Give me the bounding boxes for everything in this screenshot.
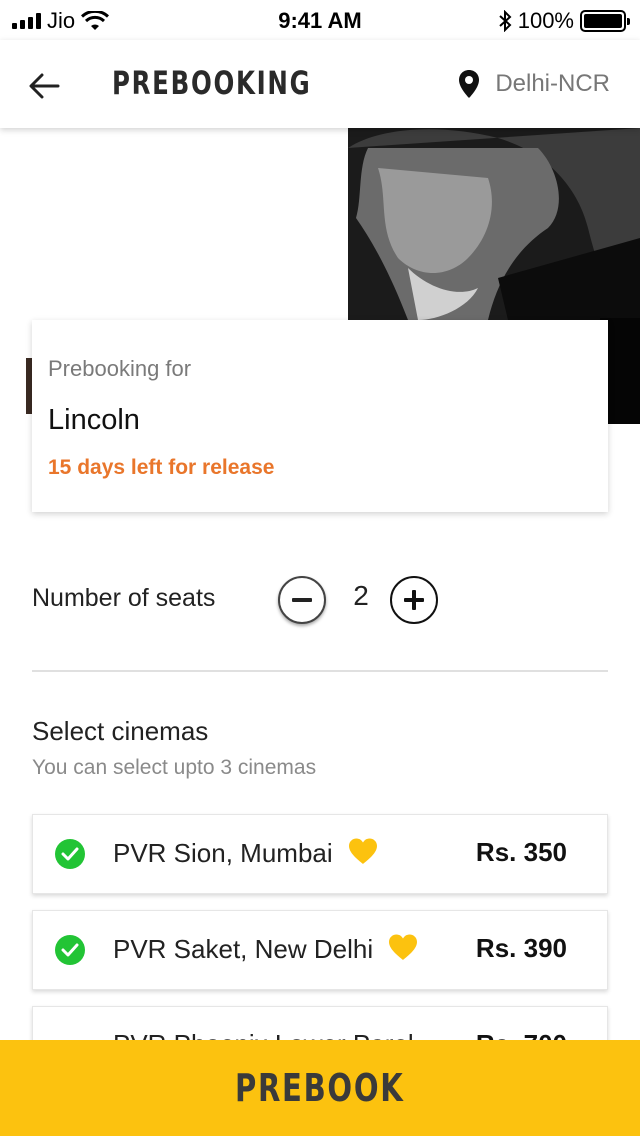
cinema-list-item[interactable]: PVR Sion, Mumbai Rs. 350 [32, 814, 608, 894]
increase-seats-button[interactable] [390, 576, 438, 624]
movie-title: Lincoln [48, 404, 140, 436]
status-right: 100% [498, 8, 630, 34]
select-cinemas-title: Select cinemas [32, 716, 209, 746]
seats-label: Number of seats [32, 584, 216, 612]
cinema-list-item[interactable]: PVR Saket, New Delhi Rs. 390 [32, 910, 608, 990]
cinema-price: Rs. 390 [475, 933, 567, 963]
favorite-heart-icon [348, 838, 377, 864]
page-title: PREBOOKING [112, 64, 312, 102]
cinema-price: Rs. 350 [475, 837, 567, 867]
cinema-name-wrap: PVR Saket, New Delhi [113, 933, 419, 965]
minus-icon [292, 598, 312, 602]
checkmark-icon [55, 839, 85, 869]
cinema-name: PVR Saket, New Delhi [113, 934, 374, 964]
bluetooth-icon [499, 10, 512, 32]
location-label: Delhi-NCR [495, 70, 610, 97]
location-pin-icon [459, 70, 480, 98]
status-bar: Jio 9:41 AM 100% [0, 0, 640, 40]
prebook-button[interactable]: PREBOOK [0, 1040, 640, 1136]
movie-poster-photo [348, 128, 640, 320]
select-cinemas-hint: You can select upto 3 cinemas [32, 756, 317, 779]
location-selector[interactable]: Delhi-NCR [457, 68, 610, 100]
back-arrow-icon [29, 73, 60, 99]
cinema-name-wrap: PVR Sion, Mumbai [113, 837, 379, 869]
back-button[interactable] [24, 66, 64, 106]
prebooking-for-label: Prebooking for [48, 356, 192, 381]
release-countdown: 15 days left for release [48, 456, 275, 479]
prebook-button-label: PREBOOK [235, 1066, 405, 1110]
movie-info-card: Prebooking for Lincoln 15 days left for … [32, 320, 608, 512]
checkmark-icon [55, 935, 85, 965]
plus-icon [404, 590, 424, 610]
battery-percent: 100% [517, 8, 574, 33]
section-divider [32, 670, 608, 672]
cinema-name: PVR Sion, Mumbai [113, 838, 333, 868]
app-header: PREBOOKING Delhi-NCR [0, 40, 640, 128]
seat-count: 2 [353, 580, 369, 611]
decrease-seats-button[interactable] [278, 576, 326, 624]
favorite-heart-icon [389, 934, 418, 960]
battery-icon [580, 10, 630, 32]
